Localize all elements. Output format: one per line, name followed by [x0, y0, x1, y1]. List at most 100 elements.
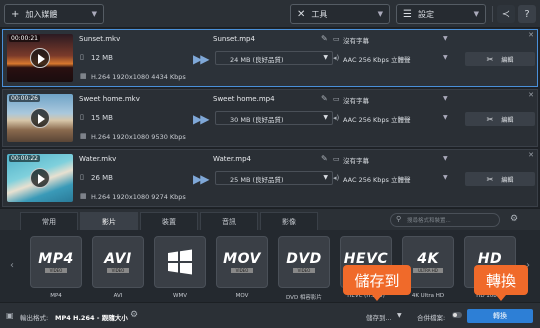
gear-icon[interactable]: ⚙	[130, 310, 138, 320]
add-media-button[interactable]: + 加入媒體 ▼	[4, 4, 104, 24]
scissors-icon: ✂	[486, 54, 494, 64]
merge-files-label: 合併檔案:	[417, 314, 446, 322]
output-filename[interactable]: Water.mp4	[213, 155, 251, 163]
mp4-icon: MP4 VIDEO	[30, 236, 82, 288]
tab-popular[interactable]: 常用	[20, 212, 78, 230]
chevron-down-icon: ▼	[443, 155, 448, 162]
output-filename[interactable]: Sweet home.mp4	[213, 95, 275, 103]
format-avi[interactable]: AVI VIDEO AVI	[88, 234, 148, 300]
scissors-icon: ✂	[486, 114, 494, 124]
avi-icon: AVI VIDEO	[92, 236, 144, 288]
format-mov[interactable]: MOV VIDEO MOV	[212, 234, 272, 300]
source-size: 26 MB	[91, 174, 113, 182]
chevron-left-icon[interactable]: ‹	[10, 260, 14, 271]
close-icon[interactable]: ✕	[528, 31, 534, 39]
output-size-value: 25 MB (良好品質)	[230, 176, 284, 184]
format-settings-icon[interactable]: ⚙	[510, 214, 518, 224]
rename-pencil-icon[interactable]: ✎	[321, 94, 328, 103]
chevron-down-icon: ▼	[443, 114, 448, 121]
settings-button[interactable]: ☰ 設定 ▼	[396, 4, 486, 24]
format-tabs-bar: 常用 影片 裝置 音訊 影像 ⚲ 搜尋格式和裝置... ⚙	[0, 208, 540, 230]
play-icon[interactable]	[30, 108, 50, 128]
output-filename[interactable]: Sunset.mp4	[213, 35, 255, 43]
file-row[interactable]: 00:00:22 Water.mkv ▯ 26 MB ▦ H.264 1920x…	[2, 149, 538, 207]
format-label: MOV	[235, 293, 249, 299]
source-size: 12 MB	[91, 54, 113, 62]
settings-label: 設定	[417, 9, 434, 19]
settings-icon: ☰	[403, 8, 412, 20]
save-to-select[interactable]: 儲存到...	[366, 312, 392, 322]
chevron-down-icon: ▼	[397, 312, 402, 319]
chevron-down-icon: ▼	[443, 95, 448, 102]
video-thumbnail[interactable]: 00:00:22	[7, 154, 73, 202]
format-badge: MP4	[38, 251, 74, 267]
format-badge: MOV	[223, 251, 261, 267]
output-format-prefix: 輸出格式:	[20, 314, 49, 322]
help-icon[interactable]: ?	[518, 5, 536, 23]
format-search-input[interactable]: ⚲ 搜尋格式和裝置...	[390, 213, 500, 227]
video-thumbnail[interactable]: 00:00:26	[7, 94, 73, 142]
source-filename: Water.mkv	[79, 155, 117, 163]
tab-audio[interactable]: 音訊	[200, 212, 258, 230]
tools-label: 工具	[311, 9, 328, 19]
chevron-down-icon: ▼	[323, 114, 328, 121]
format-sub-badge: VIDEO	[292, 268, 316, 273]
edit-button[interactable]: ✂ 編輯	[465, 172, 535, 186]
add-media-label: 加入媒體	[25, 9, 58, 19]
play-icon[interactable]	[30, 48, 50, 68]
chevron-down-icon: ▼	[443, 54, 448, 61]
format-mp4[interactable]: MP4 VIDEO MP4	[26, 234, 86, 300]
format-sub-badge: VIDEO	[44, 268, 68, 273]
file-row[interactable]: 00:00:26 Sweet home.mkv ▯ 15 MB ▦ H.264 …	[2, 89, 538, 147]
duration-label: 00:00:22	[9, 155, 40, 162]
format-label: DVD 相容影片	[286, 295, 322, 301]
top-toolbar: + 加入媒體 ▼ ✕ 工具 ▼ ☰ 設定 ▼ ≺ ?	[0, 0, 540, 28]
rename-pencil-icon[interactable]: ✎	[321, 154, 328, 163]
convert-arrow-icon: ▶▶	[193, 172, 210, 186]
play-icon[interactable]	[30, 168, 50, 188]
plus-icon: +	[11, 8, 20, 20]
format-dvd[interactable]: DVD VIDEO DVD 相容影片	[274, 234, 334, 301]
edit-button[interactable]: ✂ 編輯	[465, 112, 535, 126]
subtitle-select[interactable]: 沒有字幕	[343, 155, 369, 165]
audio-select[interactable]: AAC 256 Kbps 立體聲	[343, 174, 411, 184]
format-label: WMV	[173, 293, 187, 299]
format-label: AVI	[113, 293, 123, 299]
video-thumbnail[interactable]: 00:00:21	[7, 34, 73, 82]
windows-logo-icon	[168, 249, 192, 275]
convert-button[interactable]: 轉換	[467, 309, 533, 323]
merge-toggle[interactable]	[452, 312, 462, 318]
format-wmv[interactable]: WMV	[150, 234, 210, 300]
scissors-icon: ✂	[486, 174, 494, 184]
source-size: 15 MB	[91, 114, 113, 122]
output-size-select[interactable]: 25 MB (良好品質) ▼	[215, 171, 333, 185]
subtitle-select[interactable]: 沒有字幕	[343, 35, 369, 45]
tab-video[interactable]: 影片	[80, 212, 138, 230]
chevron-down-icon: ▼	[91, 10, 97, 18]
audio-icon: ◂)	[333, 114, 340, 122]
edit-button[interactable]: ✂ 編輯	[465, 52, 535, 66]
tab-image[interactable]: 影像	[260, 212, 318, 230]
format-sub-badge: VIDEO	[230, 268, 254, 273]
format-sub-badge: ULTRA HD	[413, 268, 443, 273]
tab-devices[interactable]: 裝置	[140, 212, 198, 230]
output-size-select[interactable]: 30 MB (良好品質) ▼	[215, 111, 333, 125]
rename-pencil-icon[interactable]: ✎	[321, 34, 328, 43]
source-codec: H.264 1920x1080 4434 Kbps	[91, 73, 186, 81]
close-icon[interactable]: ✕	[528, 91, 534, 99]
output-format-value[interactable]: MP4 H.264 - 跟隨大小	[55, 312, 128, 322]
audio-select[interactable]: AAC 256 Kbps 立體聲	[343, 54, 411, 64]
close-icon[interactable]: ✕	[528, 151, 534, 159]
search-icon: ⚲	[396, 215, 402, 223]
audio-select[interactable]: AAC 256 Kbps 立體聲	[343, 114, 411, 124]
edit-label: 編輯	[501, 176, 514, 184]
tools-button[interactable]: ✕ 工具 ▼	[290, 4, 390, 24]
output-size-select[interactable]: 24 MB (良好品質) ▼	[215, 51, 333, 65]
file-list: 00:00:21 Sunset.mkv ▯ 12 MB ▦ H.264 1920…	[0, 28, 540, 208]
chevron-down-icon: ▼	[377, 10, 383, 18]
subtitle-select[interactable]: 沒有字幕	[343, 95, 369, 105]
file-row[interactable]: 00:00:21 Sunset.mkv ▯ 12 MB ▦ H.264 1920…	[2, 29, 538, 87]
share-icon[interactable]: ≺	[497, 5, 515, 23]
divider	[492, 6, 493, 22]
file-icon: ▯	[80, 173, 84, 181]
